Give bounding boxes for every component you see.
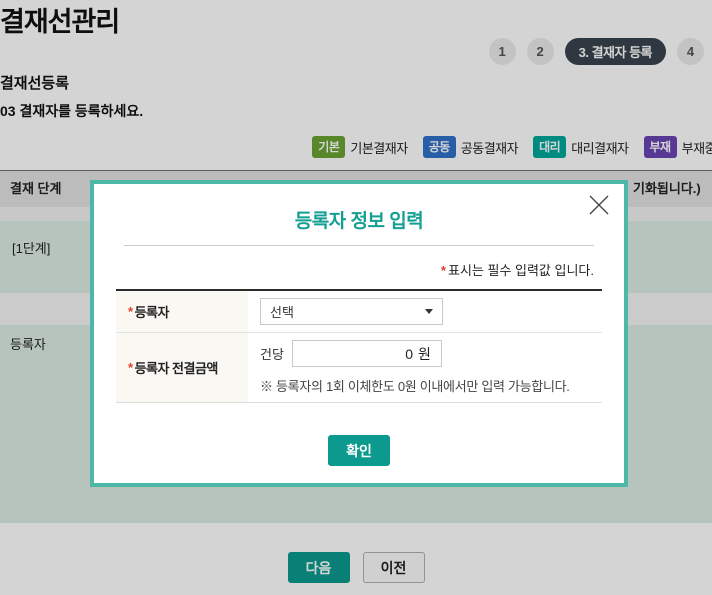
modal-actions: 확인 (94, 435, 624, 466)
amount-field: 건당 원 ※ 등록자의 1회 이체한도 0원 이내에서만 입력 가능합니다. (248, 333, 602, 402)
registrant-select-value: 선택 (270, 302, 294, 321)
close-icon[interactable] (586, 192, 612, 218)
registrant-field: 선택 (248, 291, 602, 332)
required-asterisk: * (441, 263, 446, 278)
required-note-text: 표시는 필수 입력값 입니다. (448, 263, 594, 278)
modal-title: 등록자 정보 입력 (94, 206, 624, 233)
amount-limit-note: ※ 등록자의 1회 이체한도 0원 이내에서만 입력 가능합니다. (260, 376, 602, 395)
amount-label-text: 등록자 전결금액 (135, 358, 218, 377)
registrant-form: *등록자 선택 *등록자 전결금액 건당 원 (116, 289, 602, 403)
amount-prefix: 건당 (260, 344, 284, 363)
registrant-label-text: 등록자 (135, 302, 169, 321)
confirm-button[interactable]: 확인 (328, 435, 390, 466)
amount-field-label: *등록자 전결금액 (116, 333, 248, 402)
chevron-down-icon (425, 309, 433, 314)
required-fields-note: *표시는 필수 입력값 입니다. (124, 260, 594, 279)
amount-input-line: 건당 원 (260, 340, 602, 367)
registrant-info-modal: 등록자 정보 입력 *표시는 필수 입력값 입니다. *등록자 선택 *등록자 … (90, 180, 628, 487)
registrant-select[interactable]: 선택 (260, 298, 443, 325)
amount-unit: 원 (418, 344, 431, 364)
form-row-amount: *등록자 전결금액 건당 원 ※ 등록자의 1회 이체한도 0원 이내에서만 입… (116, 332, 602, 402)
required-asterisk: * (128, 360, 133, 375)
required-asterisk: * (128, 304, 133, 319)
registrant-field-label: *등록자 (116, 291, 248, 332)
amount-input-box: 원 (292, 340, 442, 367)
form-row-registrant: *등록자 선택 (116, 291, 602, 332)
amount-input[interactable] (323, 346, 413, 362)
modal-title-divider (124, 245, 594, 246)
